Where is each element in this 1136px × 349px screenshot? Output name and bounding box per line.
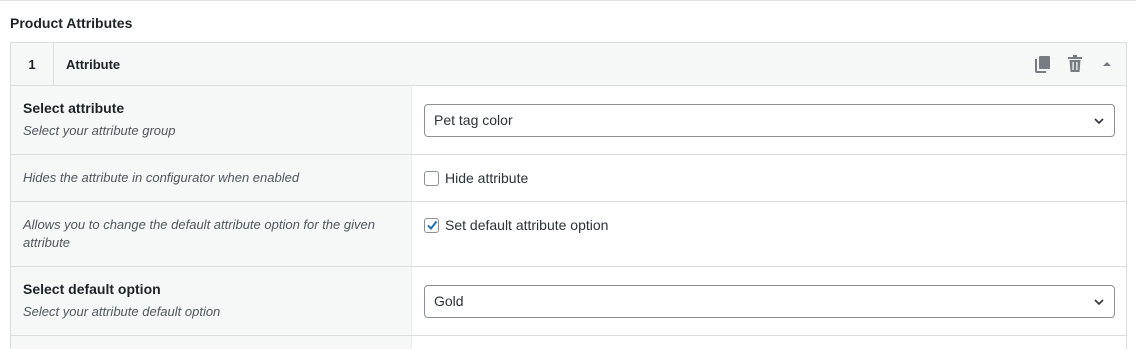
default-option-toggle-description: Allows you to change the default attribu… (23, 217, 375, 250)
attribute-panel: 1 Attribute Select attribute Select your… (10, 42, 1127, 349)
hide-attribute-checkbox-label: Hide attribute (445, 170, 529, 186)
chevron-down-icon (1092, 114, 1106, 131)
next-row-partial (11, 336, 1126, 349)
attribute-number: 1 (11, 43, 54, 85)
attribute-select[interactable]: Pet tag color (424, 103, 1115, 137)
select-attribute-row: Select attribute Select your attribute g… (11, 86, 1126, 155)
attribute-panel-label: Attribute (66, 56, 121, 72)
top-divider (0, 0, 1136, 1)
select-attribute-description: Select your attribute group (23, 123, 176, 138)
panel-actions (1034, 43, 1116, 85)
trash-icon[interactable] (1066, 55, 1084, 73)
hide-attribute-checkbox[interactable]: Hide attribute (424, 170, 528, 186)
copy-icon[interactable] (1034, 55, 1052, 73)
attribute-select-value: Pet tag color (434, 112, 513, 128)
checkmark-icon (426, 220, 437, 231)
section-title: Product Attributes (10, 15, 133, 31)
chevron-down-icon (1092, 295, 1106, 312)
select-default-option-row: Select default option Select your attrib… (11, 267, 1126, 336)
set-default-option-checkbox-label: Set default attribute option (445, 217, 609, 233)
attribute-panel-header[interactable]: 1 Attribute (11, 43, 1126, 86)
default-option-select[interactable]: Gold (424, 284, 1115, 318)
collapse-up-icon[interactable] (1098, 55, 1116, 73)
default-option-toggle-row: Allows you to change the default attribu… (11, 202, 1126, 267)
hide-attribute-description: Hides the attribute in configurator when… (23, 170, 300, 185)
hide-attribute-row: Hides the attribute in configurator when… (11, 155, 1126, 202)
hide-attribute-checkbox-box[interactable] (424, 170, 439, 186)
set-default-option-checkbox[interactable]: Set default attribute option (424, 217, 608, 233)
select-attribute-label: Select attribute (23, 100, 125, 116)
select-default-option-label: Select default option (23, 281, 161, 297)
set-default-option-checkbox-box[interactable] (424, 217, 439, 233)
select-default-option-description: Select your attribute default option (23, 304, 221, 319)
default-option-select-value: Gold (434, 293, 464, 309)
